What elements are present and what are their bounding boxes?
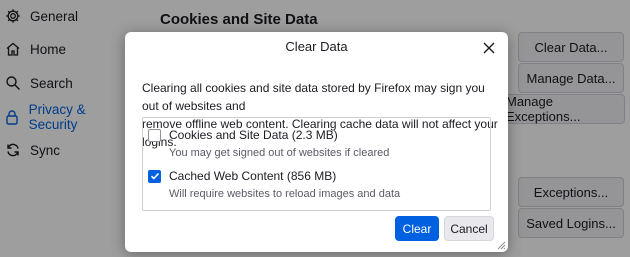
checkmark-icon [150, 172, 159, 180]
cookies-checkbox[interactable] [148, 128, 161, 142]
cache-label[interactable]: Cached Web Content (856 MB) [169, 169, 336, 183]
options-box: Cookies and Site Data (2.3 MB) You may g… [142, 117, 491, 211]
cancel-button[interactable]: Cancel [444, 216, 494, 241]
cache-sublabel: Will require websites to reload images a… [169, 188, 401, 200]
cancel-button-label: Cancel [450, 221, 488, 236]
close-button[interactable] [478, 37, 500, 59]
option-cache: Cached Web Content (856 MB) Will require… [148, 169, 400, 200]
clear-button-label: Clear [402, 221, 432, 236]
description-line-1: Clearing all cookies and site data store… [142, 81, 485, 113]
resize-grip-icon[interactable] [496, 240, 506, 250]
clear-button[interactable]: Clear [395, 216, 439, 241]
option-cookies: Cookies and Site Data (2.3 MB) You may g… [148, 128, 389, 159]
clear-data-dialog: Clear Data Clearing all cookies and site… [125, 32, 508, 252]
cache-checkbox[interactable] [148, 169, 161, 183]
cookies-label[interactable]: Cookies and Site Data (2.3 MB) [169, 128, 338, 142]
dialog-title: Clear Data [285, 39, 348, 54]
close-icon [483, 42, 495, 54]
cookies-sublabel: You may get signed out of websites if cl… [169, 147, 390, 159]
